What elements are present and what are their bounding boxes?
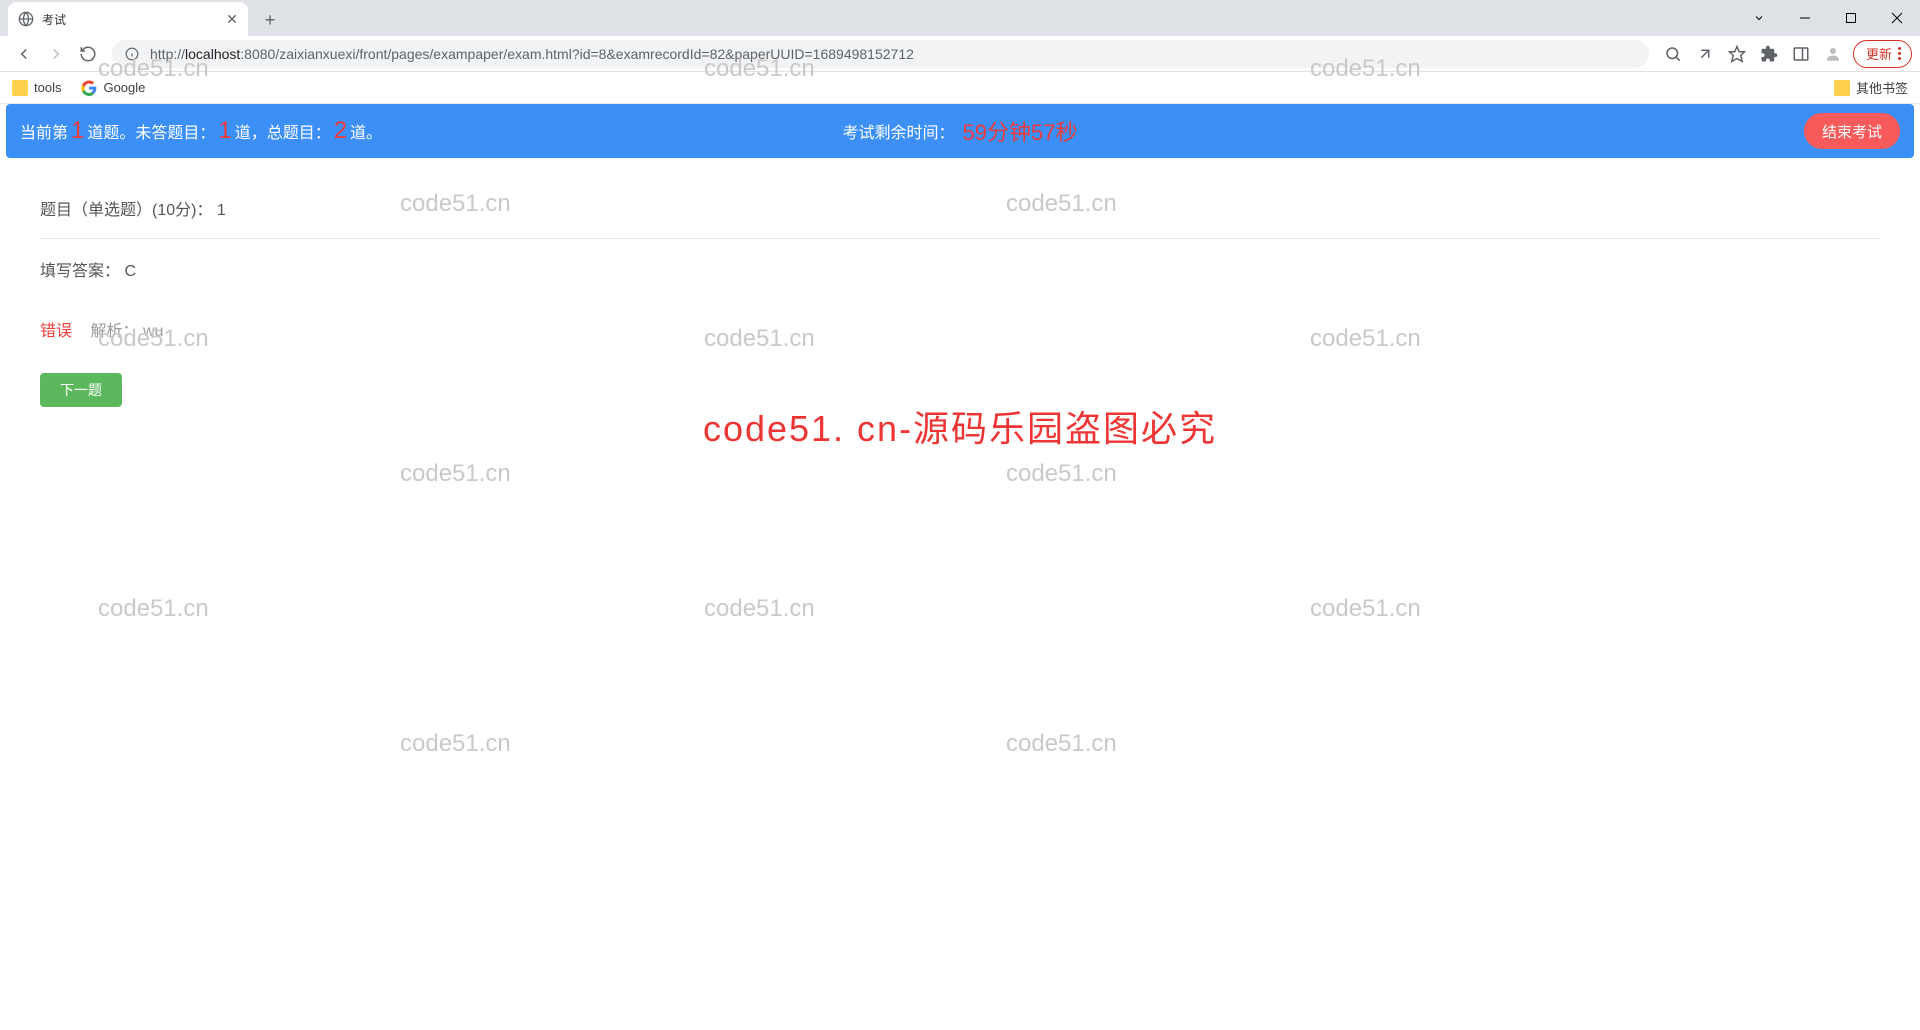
- watermark: code51.cn: [1006, 730, 1117, 758]
- watermark: code51.cn: [1006, 460, 1117, 488]
- back-button[interactable]: [8, 38, 40, 70]
- result-row: 错误 解析： wu: [40, 299, 1880, 359]
- side-panel-icon[interactable]: [1785, 38, 1817, 70]
- globe-icon: [18, 11, 34, 27]
- info-icon[interactable]: [124, 46, 140, 62]
- answer-value: C: [124, 263, 136, 280]
- extensions-icon[interactable]: [1753, 38, 1785, 70]
- timer-value: 59分钟57秒: [963, 115, 1078, 147]
- share-icon[interactable]: [1689, 38, 1721, 70]
- exam-header: 当前第 1 道题。未答题目： 1 道，总题目： 2 道。 考试剩余时间： 59分…: [6, 104, 1914, 158]
- maximize-icon[interactable]: [1828, 3, 1874, 33]
- exam-body: 题目（单选题）(10分)： 1 填写答案： C 错误 解析： wu 下一题: [0, 158, 1920, 427]
- bookmark-other[interactable]: 其他书签: [1834, 78, 1908, 97]
- tab-title: 考试: [42, 11, 224, 28]
- analysis-label: 解析：: [90, 323, 138, 340]
- folder-icon: [12, 80, 28, 96]
- window-controls: [1736, 0, 1920, 36]
- toolbar: http://localhost:8080/zaixianxuexi/front…: [0, 36, 1920, 72]
- tab-strip: 考试 ✕ +: [0, 0, 1920, 36]
- answer-row: 填写答案： C: [40, 239, 1880, 299]
- browser-tab[interactable]: 考试 ✕: [8, 2, 248, 36]
- kebab-icon: [1898, 47, 1901, 60]
- zoom-icon[interactable]: [1657, 38, 1689, 70]
- next-question-button[interactable]: 下一题: [40, 373, 122, 407]
- update-button[interactable]: 更新: [1853, 40, 1912, 68]
- profile-icon[interactable]: [1817, 38, 1849, 70]
- close-icon[interactable]: ✕: [224, 11, 240, 27]
- watermark: code51.cn: [704, 595, 815, 623]
- exam-timer: 考试剩余时间： 59分钟57秒: [843, 115, 1078, 147]
- question-title: 题目（单选题）(10分)： 1: [40, 202, 226, 219]
- current-question-number: 1: [71, 117, 84, 145]
- star-icon[interactable]: [1721, 38, 1753, 70]
- watermark: code51.cn: [98, 595, 209, 623]
- question-title-row: 题目（单选题）(10分)： 1: [40, 178, 1880, 239]
- bookmark-google[interactable]: Google: [81, 80, 145, 96]
- new-tab-button[interactable]: +: [256, 6, 284, 34]
- url-text: http://localhost:8080/zaixianxuexi/front…: [150, 46, 914, 62]
- close-window-icon[interactable]: [1874, 3, 1920, 33]
- toolbar-right: 更新: [1657, 38, 1912, 70]
- google-icon: [81, 80, 97, 96]
- folder-icon: [1834, 80, 1850, 96]
- unanswered-count: 1: [218, 117, 231, 145]
- watermark: code51.cn: [1310, 595, 1421, 623]
- bookmarks-bar: tools Google 其他书签: [0, 72, 1920, 104]
- chevron-down-icon[interactable]: [1736, 3, 1782, 33]
- page-content: 当前第 1 道题。未答题目： 1 道，总题目： 2 道。 考试剩余时间： 59分…: [0, 104, 1920, 427]
- end-exam-button[interactable]: 结束考试: [1804, 113, 1900, 149]
- watermark: code51.cn: [400, 460, 511, 488]
- result-status: 错误: [40, 323, 72, 340]
- forward-button[interactable]: [40, 38, 72, 70]
- exam-progress-text: 当前第 1 道题。未答题目： 1 道，总题目： 2 道。: [20, 117, 382, 145]
- analysis-value: wu: [143, 323, 163, 340]
- minimize-icon[interactable]: [1782, 3, 1828, 33]
- address-bar[interactable]: http://localhost:8080/zaixianxuexi/front…: [112, 40, 1649, 68]
- browser-chrome: 考试 ✕ + http://localhost:8080/zaixianxuex…: [0, 0, 1920, 104]
- answer-label: 填写答案：: [40, 263, 120, 280]
- reload-button[interactable]: [72, 38, 104, 70]
- total-count: 2: [334, 117, 347, 145]
- bookmark-tools[interactable]: tools: [12, 80, 61, 96]
- watermark: code51.cn: [400, 730, 511, 758]
